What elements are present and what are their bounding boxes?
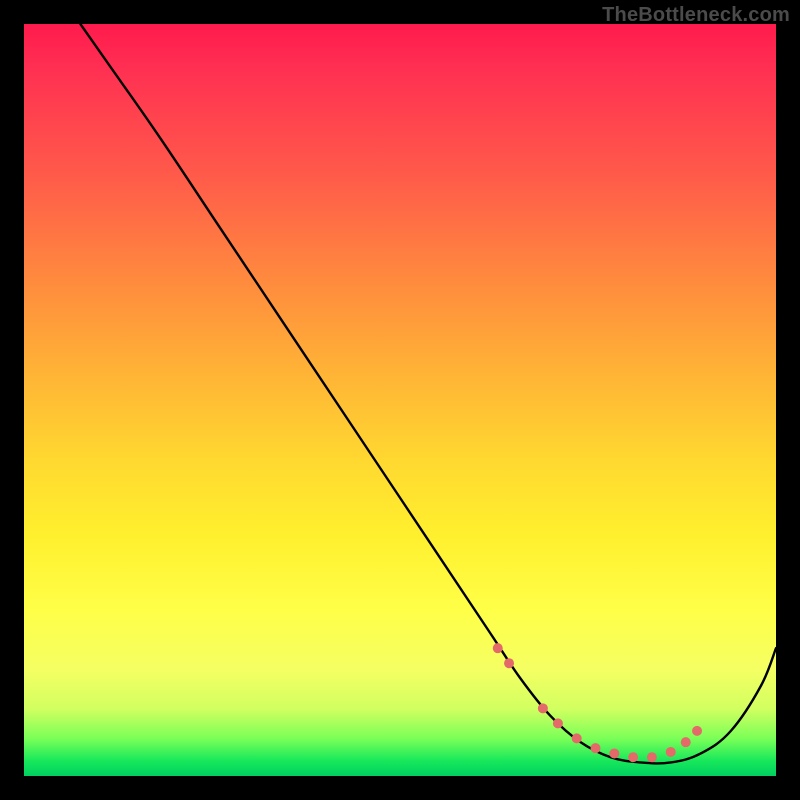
trough-marker bbox=[538, 703, 548, 713]
trough-marker bbox=[628, 752, 638, 762]
trough-marker bbox=[504, 658, 514, 668]
trough-marker bbox=[572, 733, 582, 743]
trough-marker bbox=[553, 718, 563, 728]
curve-svg bbox=[24, 24, 776, 776]
plot-area bbox=[24, 24, 776, 776]
trough-marker bbox=[591, 743, 601, 753]
bottleneck-curve-path bbox=[80, 24, 776, 763]
trough-marker bbox=[692, 726, 702, 736]
trough-marker bbox=[493, 643, 503, 653]
trough-marker bbox=[666, 747, 676, 757]
trough-marker bbox=[609, 748, 619, 758]
chart-frame: TheBottleneck.com bbox=[0, 0, 800, 800]
trough-marker bbox=[681, 737, 691, 747]
trough-marker bbox=[647, 752, 657, 762]
